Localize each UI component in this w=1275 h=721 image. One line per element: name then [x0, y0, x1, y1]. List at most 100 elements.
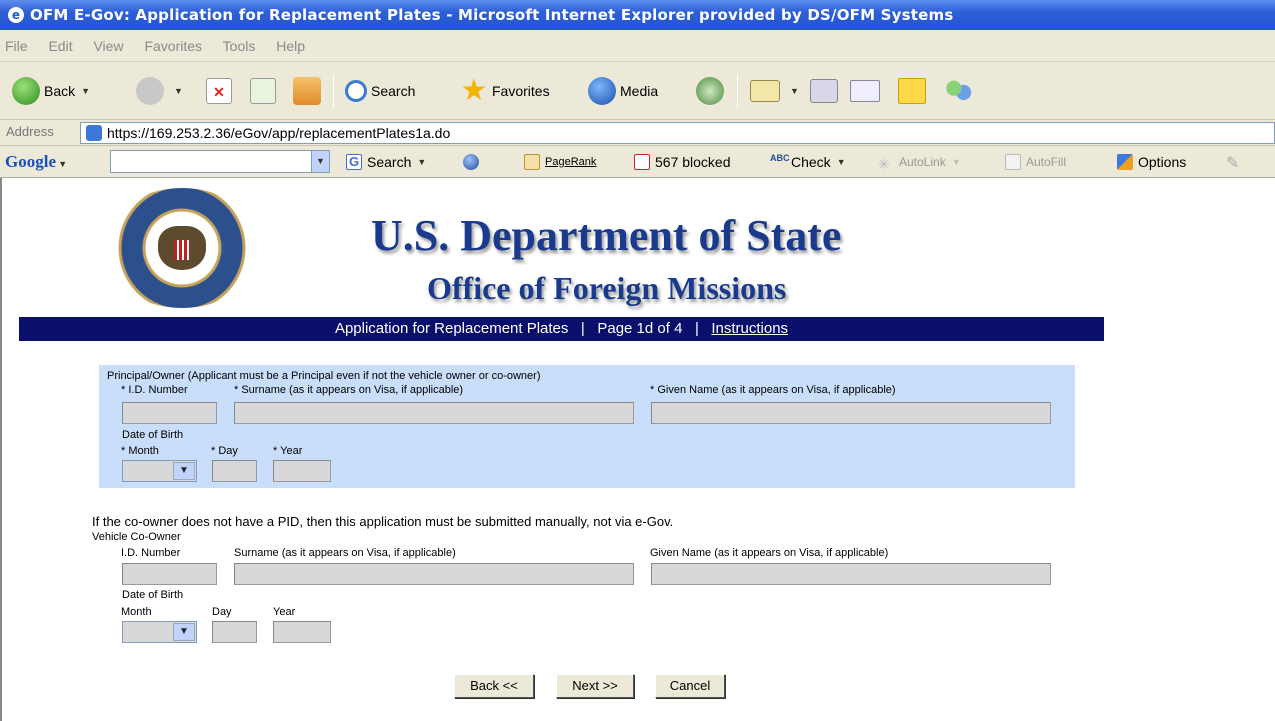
mail-icon — [750, 80, 780, 102]
search-label: Search — [371, 83, 416, 99]
coowner-surname-label: Surname (as it appears on Visa, if appli… — [234, 547, 456, 559]
google-news-button[interactable] — [463, 152, 484, 172]
cancel-button[interactable]: Cancel — [655, 674, 725, 698]
back-button[interactable]: Back ▼ — [12, 76, 90, 106]
globe-icon — [463, 154, 479, 170]
address-bar: Address https://169.253.2.36/eGov/app/re… — [0, 120, 1275, 146]
menu-edit[interactable]: Edit — [48, 38, 72, 54]
forward-button[interactable]: ▼ — [136, 76, 183, 106]
coowner-surname-field[interactable] — [234, 563, 634, 585]
page-content: U.S. Department of State Office of Forei… — [0, 178, 1275, 721]
autolink-dropdown-icon: ▼ — [951, 157, 961, 167]
google-history-dropdown-icon[interactable]: ▼ — [311, 151, 329, 172]
google-search-input[interactable]: ▼ — [110, 150, 330, 173]
coowner-day-label: Day — [212, 606, 232, 618]
spellcheck-button[interactable]: ABC Check ▼ — [770, 152, 846, 172]
refresh-icon — [250, 78, 276, 104]
coowner-day-field[interactable] — [212, 621, 257, 643]
spellcheck-label: Check — [791, 154, 831, 170]
discuss-button[interactable] — [898, 76, 930, 106]
media-button[interactable]: Media — [588, 76, 658, 106]
google-options-button[interactable]: Options — [1117, 152, 1186, 172]
media-icon — [588, 77, 616, 105]
coowner-year-label: Year — [273, 606, 296, 618]
google-options-label: Options — [1138, 154, 1187, 170]
principal-year-field[interactable] — [273, 460, 331, 482]
home-icon — [293, 77, 321, 105]
chevron-down-icon: ▼ — [173, 462, 195, 480]
autolink-button[interactable]: ✳ AutoLink ▼ — [878, 152, 961, 172]
print-button[interactable] — [810, 76, 842, 106]
page-subtitle: Office of Foreign Missions — [427, 270, 787, 306]
stop-button[interactable]: ✕ — [206, 76, 236, 106]
history-button[interactable] — [696, 76, 728, 106]
google-search-button[interactable]: G Search ▼ — [346, 152, 426, 172]
google-g-icon: G — [346, 154, 362, 170]
google-search-label: Search — [367, 154, 412, 170]
messenger-icon — [944, 77, 972, 105]
autolink-icon: ✳ — [878, 156, 890, 172]
back-dropdown-icon: ▼ — [81, 86, 91, 96]
menu-view[interactable]: View — [93, 38, 123, 54]
pagerank-indicator[interactable]: PageRank — [524, 152, 596, 172]
menu-tools[interactable]: Tools — [223, 38, 256, 54]
home-button[interactable] — [293, 76, 325, 106]
menu-file[interactable]: File — [5, 38, 28, 54]
google-toolbar: Google ▼ ▼ G Search ▼ PageRank 567 blocke… — [0, 146, 1275, 178]
forward-arrow-icon — [136, 77, 164, 105]
nav-app-title: Application for Replacement Plates — [334, 320, 569, 337]
edit-icon — [850, 80, 880, 102]
principal-given-name-label: * Given Name (as it appears on Visa, if … — [650, 384, 896, 396]
department-seal-logo — [102, 188, 262, 308]
favorites-button[interactable]: ★ Favorites — [460, 76, 550, 106]
coowner-id-field[interactable] — [122, 563, 217, 585]
coowner-given-name-field[interactable] — [651, 563, 1051, 585]
coowner-notice: If the co-owner does not have a PID, the… — [92, 514, 674, 529]
principal-id-field[interactable] — [122, 402, 217, 424]
options-icon — [1117, 154, 1133, 170]
google-logo-text: Google — [5, 152, 56, 171]
autofill-button[interactable]: AutoFill — [1005, 152, 1066, 172]
principal-given-name-field[interactable] — [651, 402, 1051, 424]
form-nav-bar: Application for Replacement Plates | Pag… — [19, 317, 1104, 341]
coowner-month-select[interactable]: ▼ — [122, 621, 197, 643]
search-button[interactable]: Search — [345, 76, 415, 106]
principal-month-label: * Month — [121, 445, 159, 457]
google-logo[interactable]: Google ▼ — [5, 152, 67, 172]
autofill-icon — [1005, 154, 1021, 170]
messenger-button[interactable] — [944, 76, 976, 106]
google-search-dropdown-icon: ▼ — [417, 157, 427, 167]
coowner-id-label: I.D. Number — [121, 547, 181, 559]
popup-blocker-button[interactable]: 567 blocked — [634, 152, 731, 172]
mail-button[interactable]: ▼ — [750, 76, 799, 106]
principal-month-select[interactable]: ▼ — [122, 460, 197, 482]
page-title: U.S. Department of State — [371, 211, 842, 260]
principal-year-label: * Year — [273, 445, 303, 457]
spellcheck-icon: ABC — [770, 153, 790, 163]
menu-help[interactable]: Help — [276, 38, 305, 54]
principal-id-label: * I.D. Number — [121, 384, 188, 396]
coowner-year-field[interactable] — [273, 621, 331, 643]
back-form-button[interactable]: Back << — [454, 674, 534, 698]
history-icon — [696, 77, 724, 105]
popup-blocked-count: 567 blocked — [655, 154, 731, 170]
instructions-link[interactable]: Instructions — [711, 320, 788, 337]
next-button[interactable]: Next >> — [556, 674, 634, 698]
principal-heading: Principal/Owner (Applicant must be a Pri… — [107, 370, 541, 382]
coowner-month-label: Month — [121, 606, 152, 618]
principal-surname-field[interactable] — [234, 402, 634, 424]
address-label: Address — [6, 124, 54, 139]
highlight-button[interactable]: ✎ — [1226, 152, 1247, 172]
principal-surname-label: * Surname (as it appears on Visa, if app… — [234, 384, 464, 396]
note-icon — [898, 78, 926, 104]
address-input[interactable]: https://169.253.2.36/eGov/app/replacemen… — [80, 122, 1275, 144]
ie-icon: e — [8, 7, 24, 23]
google-menu-dropdown-icon: ▼ — [56, 159, 68, 169]
menu-favorites[interactable]: Favorites — [144, 38, 202, 54]
edit-button[interactable] — [850, 76, 884, 106]
principal-day-field[interactable] — [212, 460, 257, 482]
media-label: Media — [620, 83, 659, 99]
refresh-button[interactable] — [250, 76, 280, 106]
mail-dropdown-icon: ▼ — [790, 86, 799, 96]
back-arrow-icon — [12, 77, 40, 105]
